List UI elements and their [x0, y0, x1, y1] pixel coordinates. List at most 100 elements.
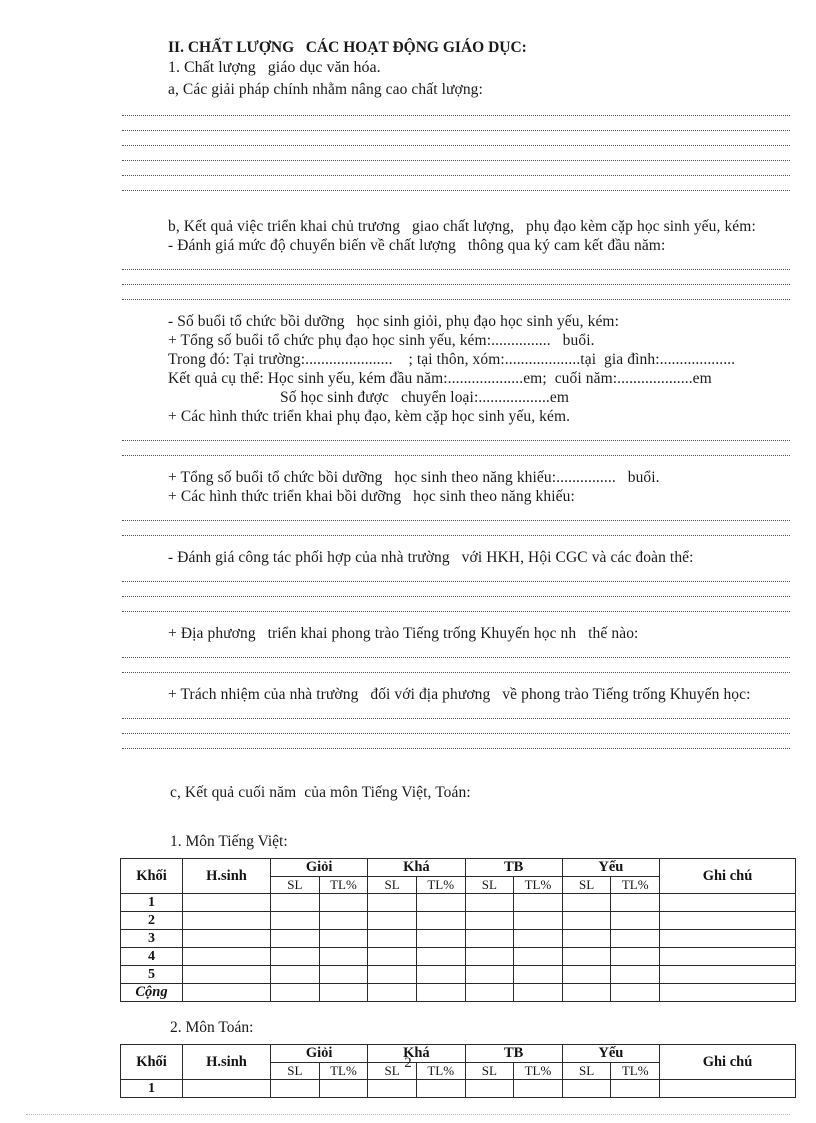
answer-line[interactable]	[122, 135, 790, 150]
cell-sl-tb[interactable]	[464, 1079, 515, 1098]
answer-block-b4[interactable]	[0, 571, 816, 616]
answer-line[interactable]	[122, 525, 790, 540]
cell-tl-gioi[interactable]	[318, 947, 369, 966]
cell-tl-kha[interactable]	[415, 911, 466, 930]
cell-sl-tb[interactable]	[464, 947, 515, 966]
answer-block-b6[interactable]	[0, 708, 816, 753]
cell-sl-kha-total[interactable]	[367, 983, 417, 1002]
cell-ghi-chu[interactable]	[659, 893, 796, 912]
cell-hsinh[interactable]	[182, 965, 271, 984]
cell-tl-kha[interactable]	[415, 929, 466, 948]
cell-sl-tb[interactable]	[464, 929, 515, 948]
cell-ghi-chu[interactable]	[659, 929, 796, 948]
cell-sl-yeu[interactable]	[561, 947, 612, 966]
answer-line[interactable]	[122, 601, 790, 616]
cell-sl-yeu[interactable]	[561, 965, 612, 984]
cell-hsinh[interactable]	[182, 1079, 271, 1098]
answer-line[interactable]	[122, 571, 790, 586]
cell-tl-tb[interactable]	[513, 1079, 563, 1098]
cell-tl-gioi[interactable]	[318, 965, 369, 984]
cell-tl-kha[interactable]	[415, 965, 466, 984]
table-row[interactable]: 3	[120, 929, 796, 948]
cell-tl-gioi-total[interactable]	[318, 983, 369, 1002]
cell-sl-yeu[interactable]	[561, 929, 612, 948]
cell-sl-gioi[interactable]	[270, 911, 320, 930]
cell-sl-gioi[interactable]	[270, 965, 320, 984]
answer-block-b2[interactable]	[0, 430, 816, 460]
cell-sl-kha[interactable]	[367, 929, 417, 948]
answer-line[interactable]	[122, 708, 790, 723]
cell-tl-tb[interactable]	[513, 929, 563, 948]
cell-sl-tb-total[interactable]	[464, 983, 515, 1002]
cell-tl-gioi[interactable]	[318, 929, 369, 948]
cell-ghi-chu[interactable]	[659, 965, 796, 984]
cell-tl-yeu[interactable]	[610, 911, 660, 930]
cell-sl-tb[interactable]	[464, 965, 515, 984]
table-row[interactable]: 1	[120, 1079, 796, 1098]
cell-hsinh[interactable]	[182, 929, 271, 948]
cell-hsinh-total[interactable]	[182, 983, 271, 1002]
cell-tl-tb-total[interactable]	[513, 983, 563, 1002]
answer-line[interactable]	[122, 259, 790, 274]
cell-tl-gioi[interactable]	[318, 893, 369, 912]
cell-sl-yeu[interactable]	[561, 911, 612, 930]
cell-sl-kha[interactable]	[367, 893, 417, 912]
answer-line[interactable]	[122, 150, 790, 165]
answer-line[interactable]	[122, 105, 790, 120]
cell-sl-tb[interactable]	[464, 893, 515, 912]
answer-line[interactable]	[122, 723, 790, 738]
answer-line[interactable]	[122, 445, 790, 460]
cell-tl-tb[interactable]	[513, 947, 563, 966]
cell-tl-yeu[interactable]	[610, 947, 660, 966]
cell-tl-kha[interactable]	[415, 947, 466, 966]
answer-line[interactable]	[122, 289, 790, 304]
cell-tl-kha[interactable]	[415, 893, 466, 912]
answer-line[interactable]	[122, 647, 790, 662]
cell-hsinh[interactable]	[182, 911, 271, 930]
cell-sl-gioi[interactable]	[270, 929, 320, 948]
cell-sl-gioi[interactable]	[270, 1079, 320, 1098]
cell-tl-tb[interactable]	[513, 893, 563, 912]
cell-ghi-chu[interactable]	[659, 947, 796, 966]
cell-sl-gioi-total[interactable]	[270, 983, 320, 1002]
answer-block-b5[interactable]	[0, 647, 816, 677]
answer-line[interactable]	[122, 738, 790, 753]
answer-block-a[interactable]	[0, 105, 816, 195]
cell-sl-kha[interactable]	[367, 1079, 417, 1098]
cell-sl-kha[interactable]	[367, 947, 417, 966]
cell-ghi-chu-total[interactable]	[659, 983, 796, 1002]
answer-block-b3[interactable]	[0, 510, 816, 540]
answer-block-b1[interactable]	[0, 259, 816, 304]
table-row[interactable]: 5	[120, 965, 796, 984]
cell-tl-kha[interactable]	[415, 1079, 466, 1098]
cell-ghi-chu[interactable]	[659, 1079, 796, 1098]
answer-line[interactable]	[122, 120, 790, 135]
cell-sl-kha[interactable]	[367, 911, 417, 930]
answer-line[interactable]	[122, 510, 790, 525]
cell-sl-kha[interactable]	[367, 965, 417, 984]
cell-sl-gioi[interactable]	[270, 947, 320, 966]
cell-sl-yeu[interactable]	[561, 1079, 612, 1098]
cell-tl-yeu[interactable]	[610, 929, 660, 948]
cell-hsinh[interactable]	[182, 893, 271, 912]
answer-line[interactable]	[122, 430, 790, 445]
answer-line[interactable]	[122, 180, 790, 195]
cell-sl-yeu-total[interactable]	[561, 983, 612, 1002]
cell-tl-yeu[interactable]	[610, 965, 660, 984]
cell-sl-yeu[interactable]	[561, 893, 612, 912]
table-row[interactable]: 1	[120, 893, 796, 912]
table-total-row[interactable]: Cộng	[120, 983, 796, 1002]
answer-line[interactable]	[122, 662, 790, 677]
cell-tl-tb[interactable]	[513, 965, 563, 984]
cell-ghi-chu[interactable]	[659, 911, 796, 930]
cell-sl-gioi[interactable]	[270, 893, 320, 912]
cell-tl-gioi[interactable]	[318, 911, 369, 930]
cell-tl-gioi[interactable]	[318, 1079, 369, 1098]
cell-tl-kha-total[interactable]	[415, 983, 466, 1002]
cell-sl-tb[interactable]	[464, 911, 515, 930]
cell-tl-tb[interactable]	[513, 911, 563, 930]
table-row[interactable]: 2	[120, 911, 796, 930]
answer-line[interactable]	[122, 586, 790, 601]
cell-tl-yeu[interactable]	[610, 893, 660, 912]
answer-line[interactable]	[122, 274, 790, 289]
